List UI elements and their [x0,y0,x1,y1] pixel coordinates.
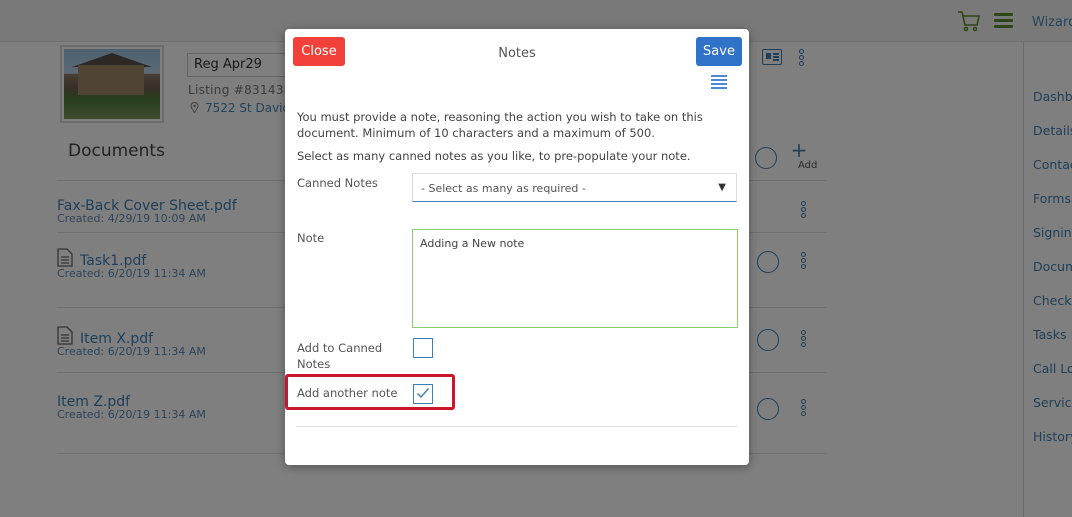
modal-title: Notes [498,46,536,61]
save-button[interactable]: Save [696,37,742,66]
canned-hint-text: Select as many canned notes as you like,… [297,149,691,163]
canned-notes-label: Canned Notes [297,176,378,190]
canned-notes-placeholder: - Select as many as required - [421,182,586,195]
add-to-canned-label: Add to Canned Notes [297,341,383,371]
note-label: Note [297,231,325,245]
canned-notes-select[interactable]: - Select as many as required - ▼ [412,173,737,202]
instructions-text: You must provide a note, reasoning the a… [297,110,703,140]
notes-modal: Close Notes Save You must provide a note… [285,29,749,465]
note-textarea[interactable]: Adding a New note [412,229,738,328]
dropdown-caret-icon: ▼ [718,182,726,193]
checkmark-icon [417,388,430,399]
add-another-note-checkbox[interactable] [413,384,433,404]
add-to-canned-checkbox[interactable] [413,338,433,358]
modal-divider [296,426,737,427]
list-icon[interactable] [711,75,727,89]
add-another-note-label: Add another note [297,386,398,400]
